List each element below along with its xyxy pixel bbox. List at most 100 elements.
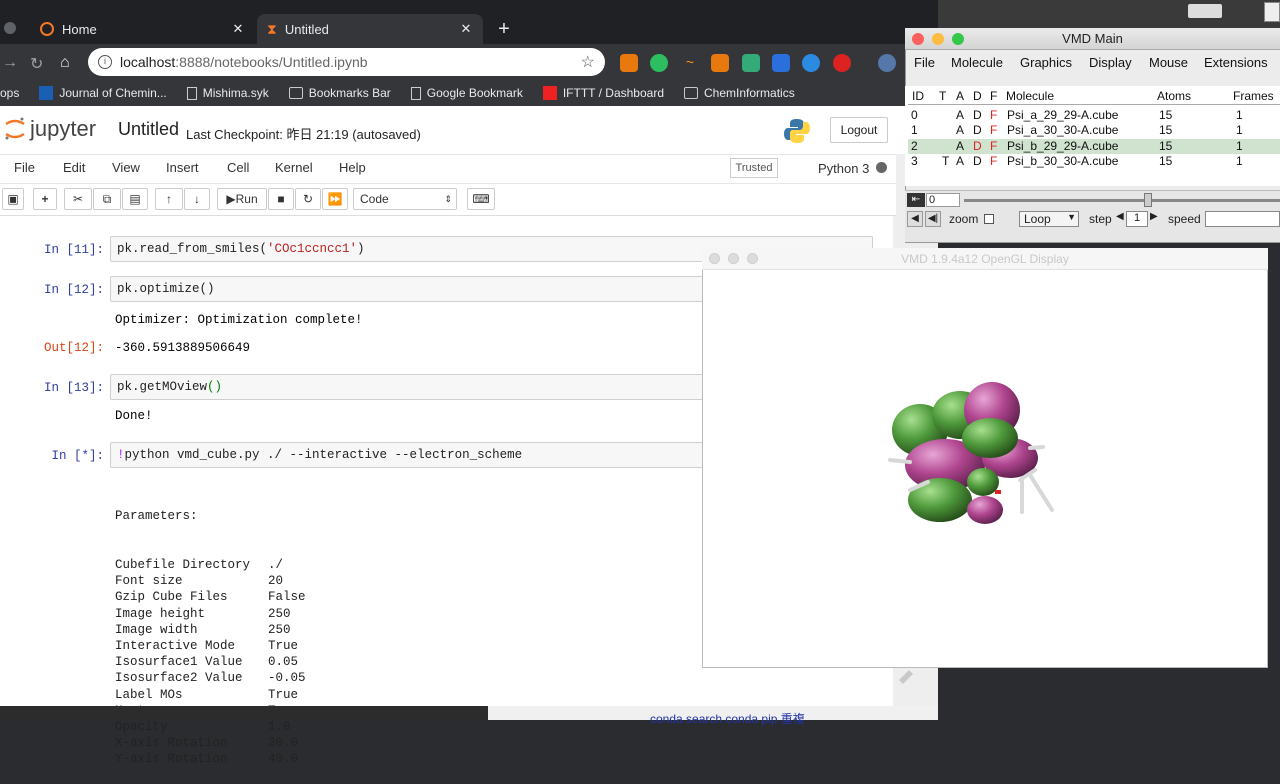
cell-stdout: Optimizer: Optimization complete! bbox=[115, 313, 363, 327]
step-down-icon[interactable]: ◀ bbox=[1116, 211, 1124, 222]
molecule-row[interactable]: 0 A D F Psi_a_29_29-A.cube 15 1 bbox=[908, 108, 1280, 123]
star-icon[interactable]: ☆ bbox=[581, 52, 595, 72]
add-cell-icon[interactable]: + bbox=[33, 188, 57, 210]
tab-home[interactable]: Home ✕ bbox=[30, 14, 255, 44]
close-icon[interactable]: ✕ bbox=[231, 21, 245, 37]
new-tab-button[interactable]: + bbox=[493, 18, 515, 40]
menu-kernel[interactable]: Kernel bbox=[275, 160, 313, 175]
trusted-badge[interactable]: Trusted bbox=[730, 158, 778, 178]
logout-button[interactable]: Logout bbox=[830, 117, 888, 143]
address-bar[interactable]: i localhost:8888/notebooks/Untitled.ipyn… bbox=[88, 48, 605, 76]
fast-forward-icon[interactable]: ⏩ bbox=[322, 188, 348, 210]
extension-icon[interactable] bbox=[833, 54, 851, 72]
paste-icon[interactable]: ▤ bbox=[122, 188, 148, 210]
molecule-cell-d[interactable]: D bbox=[973, 108, 982, 122]
molecule-cell-f[interactable]: F bbox=[990, 139, 997, 153]
close-icon[interactable] bbox=[709, 253, 720, 264]
molecule-cell-d[interactable]: D bbox=[973, 154, 982, 168]
molecule-cell-name: Psi_b_29_29-A.cube bbox=[1007, 138, 1119, 153]
menu-file[interactable]: File bbox=[14, 160, 35, 175]
save-icon[interactable]: ▣ bbox=[2, 188, 24, 210]
menu-help[interactable]: Help bbox=[339, 160, 366, 175]
opengl-title[interactable]: VMD 1.9.4a12 OpenGL Display bbox=[702, 248, 1268, 270]
close-icon[interactable] bbox=[912, 33, 924, 45]
tab-untitled[interactable]: ⧗ Untitled ✕ bbox=[257, 14, 483, 44]
molecule-cell-a[interactable]: A bbox=[956, 108, 964, 122]
restart-icon[interactable]: ↻ bbox=[295, 188, 321, 210]
molecule-cell-f[interactable]: F bbox=[990, 123, 997, 137]
molecule-cell-a[interactable]: A bbox=[956, 123, 964, 137]
stop-icon[interactable]: ■ bbox=[268, 188, 294, 210]
molecular-orbital-render[interactable] bbox=[880, 370, 1070, 540]
molecule-cell-f[interactable]: F bbox=[990, 154, 997, 168]
vmd-menu-display[interactable]: Display bbox=[1089, 55, 1132, 70]
home-icon[interactable]: ⌂ bbox=[60, 54, 70, 72]
minimize-icon[interactable] bbox=[932, 33, 944, 45]
zoom-icon[interactable] bbox=[952, 33, 964, 45]
speed-slider[interactable] bbox=[1205, 211, 1280, 227]
vmd-menu-graphics[interactable]: Graphics bbox=[1020, 55, 1072, 70]
zoom-checkbox[interactable] bbox=[984, 214, 994, 224]
extension-icon[interactable] bbox=[742, 54, 760, 72]
loop-select[interactable]: Loop ▼ bbox=[1019, 211, 1079, 227]
molecule-cell-a[interactable]: A bbox=[956, 139, 964, 153]
cell-type-select[interactable]: Code ⇕ bbox=[353, 188, 457, 210]
molecule-row[interactable]: 2 A D F Psi_b_29_29-A.cube 15 1 bbox=[908, 138, 1280, 154]
rss-icon[interactable] bbox=[620, 54, 638, 72]
vmd-menu-molecule[interactable]: Molecule bbox=[951, 55, 1003, 70]
param-value: True bbox=[268, 687, 299, 702]
bookmark-folder-bar[interactable]: Bookmarks Bar bbox=[288, 86, 391, 100]
molecule-cell-t[interactable]: T bbox=[942, 154, 949, 168]
step-up-icon[interactable]: ▶ bbox=[1150, 211, 1158, 222]
menu-insert[interactable]: Insert bbox=[166, 160, 199, 175]
bookmark-mishima[interactable]: Mishima.syk bbox=[186, 86, 269, 100]
cut-icon[interactable]: ✂ bbox=[64, 188, 92, 210]
menu-view[interactable]: View bbox=[112, 160, 140, 175]
play-reverse-icon[interactable]: ◀ bbox=[907, 211, 923, 227]
bookmark-cheminformatics[interactable]: ChemInformatics bbox=[684, 86, 795, 100]
step-input[interactable]: 1 bbox=[1126, 211, 1148, 227]
minimize-icon[interactable] bbox=[728, 253, 739, 264]
frame-input[interactable]: 0 bbox=[926, 193, 960, 207]
bookmark-ifttt[interactable]: IFTTT / Dashboard bbox=[542, 86, 664, 100]
molecule-row[interactable]: 1 A D F Psi_a_30_30-A.cube 15 1 bbox=[908, 123, 1280, 138]
molecule-cell-f[interactable]: F bbox=[990, 108, 997, 122]
copy-icon[interactable]: ⧉ bbox=[93, 188, 121, 210]
menu-edit[interactable]: Edit bbox=[63, 160, 85, 175]
zoom-icon[interactable] bbox=[747, 253, 758, 264]
extension-icon[interactable] bbox=[772, 54, 790, 72]
close-icon[interactable]: ✕ bbox=[459, 21, 473, 37]
reload-icon[interactable]: ↻ bbox=[30, 54, 43, 74]
page-icon bbox=[410, 86, 421, 100]
kernel-name[interactable]: Python 3 bbox=[818, 161, 869, 176]
menu-cell[interactable]: Cell bbox=[227, 160, 249, 175]
profile-icon[interactable] bbox=[878, 54, 896, 72]
forward-icon[interactable]: → bbox=[2, 54, 18, 72]
frame-slider[interactable] bbox=[964, 199, 1280, 202]
params-header: Parameters: bbox=[115, 509, 198, 524]
step-back-icon[interactable]: ◀| bbox=[925, 211, 941, 227]
first-frame-icon[interactable]: ⇤ bbox=[907, 193, 925, 207]
move-down-icon[interactable]: ↓ bbox=[184, 188, 210, 210]
molecule-cell-d[interactable]: D bbox=[973, 139, 982, 153]
bookmark-journal[interactable]: Journal of Chemin... bbox=[39, 86, 167, 100]
run-button[interactable]: ▶Run bbox=[217, 188, 267, 210]
molecule-cell-d[interactable]: D bbox=[973, 123, 982, 137]
molecule-row[interactable]: 3 T A D F Psi_b_30_30-A.cube 15 1 bbox=[908, 154, 1280, 169]
vmd-menu-file[interactable]: File bbox=[914, 55, 935, 70]
bookmark-apps[interactable]: ops bbox=[0, 86, 19, 100]
bookmark-google[interactable]: Google Bookmark bbox=[410, 86, 523, 100]
jupyter-logo-text[interactable]: jupyter bbox=[30, 116, 96, 142]
keyboard-icon[interactable]: ⌨ bbox=[467, 188, 495, 210]
ifttt-icon bbox=[542, 86, 557, 100]
feed-icon[interactable] bbox=[711, 54, 729, 72]
evernote-icon[interactable] bbox=[650, 54, 668, 72]
vmd-menu-extensions[interactable]: Extensions bbox=[1204, 55, 1268, 70]
move-up-icon[interactable]: ↑ bbox=[155, 188, 183, 210]
vmd-menu-mouse[interactable]: Mouse bbox=[1149, 55, 1188, 70]
extension-icon[interactable] bbox=[802, 54, 820, 72]
slider-handle[interactable] bbox=[1144, 193, 1152, 207]
molecule-cell-a[interactable]: A bbox=[956, 154, 964, 168]
notebook-name[interactable]: Untitled bbox=[118, 119, 179, 140]
amazon-icon[interactable]: ~ bbox=[681, 54, 699, 72]
